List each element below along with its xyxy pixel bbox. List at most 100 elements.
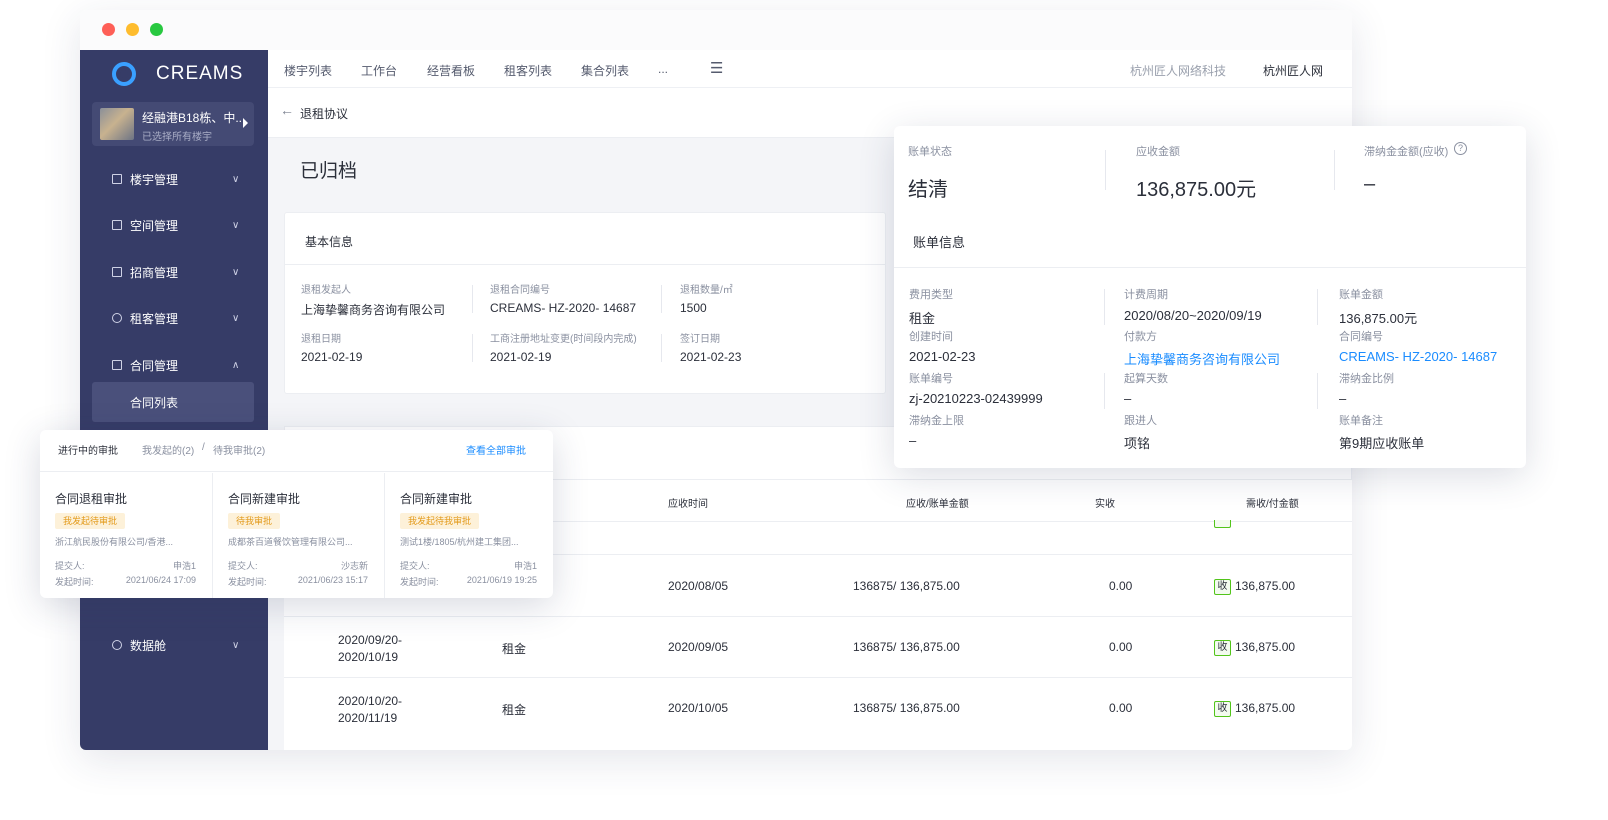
help-circle-icon[interactable]: ? — [1454, 142, 1467, 155]
table-row[interactable]: 2020/09/20- 2020/10/19 租金 2020/09/05 136… — [284, 617, 1352, 678]
logo[interactable]: CREAMS — [112, 56, 243, 92]
chevron-down-icon: ∨ — [232, 173, 240, 185]
building-sub: 已选择所有楼宇 — [142, 132, 212, 143]
bill-field-value: 2021-02-23 — [909, 349, 976, 364]
bill-field-label: 账单金额 — [1339, 289, 1383, 301]
bill-field-label: 账单备注 — [1339, 415, 1383, 427]
fee-type: 租金 — [502, 703, 527, 717]
status-badge: 我发起待我审批 — [400, 513, 480, 529]
field-label: 退租日期 — [301, 334, 341, 345]
field-label: 签订日期 — [680, 334, 720, 345]
receive-badge: 收 — [1214, 579, 1231, 595]
tab-building-list[interactable]: 楼宇列表 — [284, 62, 332, 79]
bill-field-value: 项铭 — [1124, 436, 1151, 451]
time-value: 2021/06/19 19:25 — [466, 575, 537, 585]
space-icon — [112, 220, 122, 230]
bill-field-value: 第9期应收账单 — [1339, 436, 1425, 451]
tab-workbench[interactable]: 工作台 — [361, 62, 397, 79]
divider — [661, 334, 662, 362]
sidebar-item-invest[interactable]: 招商管理 ∨ — [80, 255, 268, 289]
tab-tenant-list[interactable]: 租客列表 — [504, 62, 552, 79]
sidebar-item-label: 数据舱 — [130, 638, 167, 653]
submitter-label: 提交人: — [228, 561, 258, 571]
maximize-window-button[interactable] — [150, 23, 163, 36]
field-value: 2021-02-23 — [680, 350, 742, 364]
invest-icon — [112, 267, 122, 277]
payer-link[interactable]: 上海挚馨商务咨询有限公司 — [1124, 349, 1280, 368]
bill-field-label: 滞纳金比例 — [1339, 373, 1394, 385]
breadcrumb-label: 退租协议 — [300, 107, 349, 121]
submitter-label: 提交人: — [400, 561, 430, 571]
approval-card[interactable]: 合同新建审批 待我审批 成都茶百道餐饮管理有限公司... 提交人: 沙志新 发起… — [212, 473, 384, 598]
approval-company: 浙江航民股份有限公司/香港... — [55, 537, 174, 547]
late-fee-label: 滞纳金金额(应收) — [1364, 146, 1449, 158]
approval-company: 成都茶百道餐饮管理有限公司... — [228, 537, 353, 547]
building-thumbnail — [100, 108, 134, 140]
sidebar-item-space[interactable]: 空间管理 ∨ — [80, 208, 268, 242]
column-header: 需收/付金额 — [1246, 499, 1299, 510]
basic-info-card: 基本信息 退租发起人 上海挚馨商务咨询有限公司 退租合同编号 CREAMS- H… — [284, 212, 886, 394]
due-date: 2020/09/05 — [668, 640, 729, 654]
approval-header: 进行中的审批 我发起的(2) / 待我审批(2) 查看全部审批 — [40, 430, 553, 472]
bill-field-value: 136,875.00元 — [1339, 311, 1418, 326]
tab-more[interactable]: ... — [658, 62, 668, 76]
sidebar-item-label: 租客管理 — [130, 311, 179, 326]
contract-icon — [112, 360, 122, 370]
bill-field-label: 付款方 — [1124, 331, 1157, 343]
time-value: 2021/06/23 15:17 — [297, 575, 368, 585]
tab-operations-board[interactable]: 经营看板 — [427, 62, 475, 79]
approval-name: 合同新建审批 — [400, 492, 473, 506]
company-switcher[interactable]: 杭州匠人网 — [1263, 62, 1323, 79]
net-amount: 136,875.00 — [1235, 701, 1296, 715]
building-selector[interactable]: 经融港B18栋、中... 已选择所有楼宇 — [92, 102, 254, 146]
time-label: 发起时间: — [55, 577, 94, 587]
time-label: 发起时间: — [228, 577, 267, 587]
tab-initiated-by-me[interactable]: 我发起的(2) — [142, 442, 194, 457]
bill-detail-card: 账单状态 结清 应收金额 136,875.00元 滞纳金金额(应收) ? – 账… — [894, 126, 1526, 468]
late-fee-value: – — [1364, 173, 1376, 195]
view-all-approvals-link[interactable]: 查看全部审批 — [466, 442, 526, 457]
divider — [1104, 373, 1105, 409]
bill-field-label: 费用类型 — [909, 289, 953, 301]
table-row[interactable]: 2020/10/20- 2020/11/19 租金 2020/10/05 136… — [284, 678, 1352, 739]
received: 0.00 — [1109, 701, 1133, 715]
status-badge: 我发起待审批 — [55, 513, 126, 529]
window-titlebar — [80, 10, 1352, 50]
amount: 136875/ 136,875.00 — [853, 640, 960, 654]
bill-field-value: – — [1339, 391, 1347, 406]
approval-card[interactable]: 合同新建审批 我发起待我审批 测试1楼/1805/杭州建工集团... 提交人: … — [384, 473, 553, 598]
minimize-window-button[interactable] — [126, 23, 139, 36]
tab-collection-list[interactable]: 集合列表 — [581, 62, 629, 79]
approval-company: 测试1楼/1805/杭州建工集团... — [400, 537, 519, 547]
sidebar-item-tenant[interactable]: 租客管理 ∨ — [80, 301, 268, 335]
status-badge: 待我审批 — [228, 513, 281, 529]
sidebar: CREAMS 经融港B18栋、中... 已选择所有楼宇 楼宇管理 ∨ 空间管理 … — [80, 50, 268, 750]
creams-logo-icon — [112, 62, 136, 86]
time-label: 发起时间: — [400, 577, 439, 587]
close-window-button[interactable] — [102, 23, 115, 36]
sidebar-item-contract[interactable]: 合同管理 ∧ — [80, 348, 268, 382]
approval-card[interactable]: 合同退租审批 我发起待审批 浙江航民股份有限公司/香港... 提交人: 申浩1 … — [40, 473, 212, 598]
sidebar-item-dashboard[interactable]: 数据舱 ∨ — [80, 628, 268, 662]
amount: 136875/ 136,875.00 — [853, 579, 960, 593]
divider — [472, 334, 473, 362]
due-date: 2020/08/05 — [668, 579, 729, 593]
sidebar-subitem-contract-list[interactable]: 合同列表 — [92, 382, 254, 422]
fee-type: 租金 — [502, 642, 527, 656]
field-value: 2021-02-19 — [490, 350, 552, 364]
divider — [1104, 289, 1105, 325]
company-name: 杭州匠人网络科技 — [1130, 64, 1227, 78]
sidebar-item-label: 招商管理 — [130, 265, 179, 280]
contract-number-link[interactable]: CREAMS- HZ-2020- 14687 — [1339, 349, 1497, 364]
sidebar-item-label: 合同管理 — [130, 358, 179, 373]
due-date: 2020/10/05 — [668, 701, 729, 715]
net-amount: 136,875.00 — [1235, 640, 1296, 654]
divider — [1317, 373, 1318, 409]
bill-field-label: 创建时间 — [909, 331, 953, 343]
sliders-icon[interactable]: ☰ — [710, 59, 723, 77]
column-header: 应收时间 — [668, 499, 708, 510]
amount: 136875/ 136,875.00 — [853, 701, 960, 715]
tab-awaiting-my-approval[interactable]: 待我审批(2) — [213, 442, 265, 457]
sidebar-item-building[interactable]: 楼宇管理 ∨ — [80, 162, 268, 196]
back-arrow-icon[interactable]: ← — [280, 102, 294, 118]
